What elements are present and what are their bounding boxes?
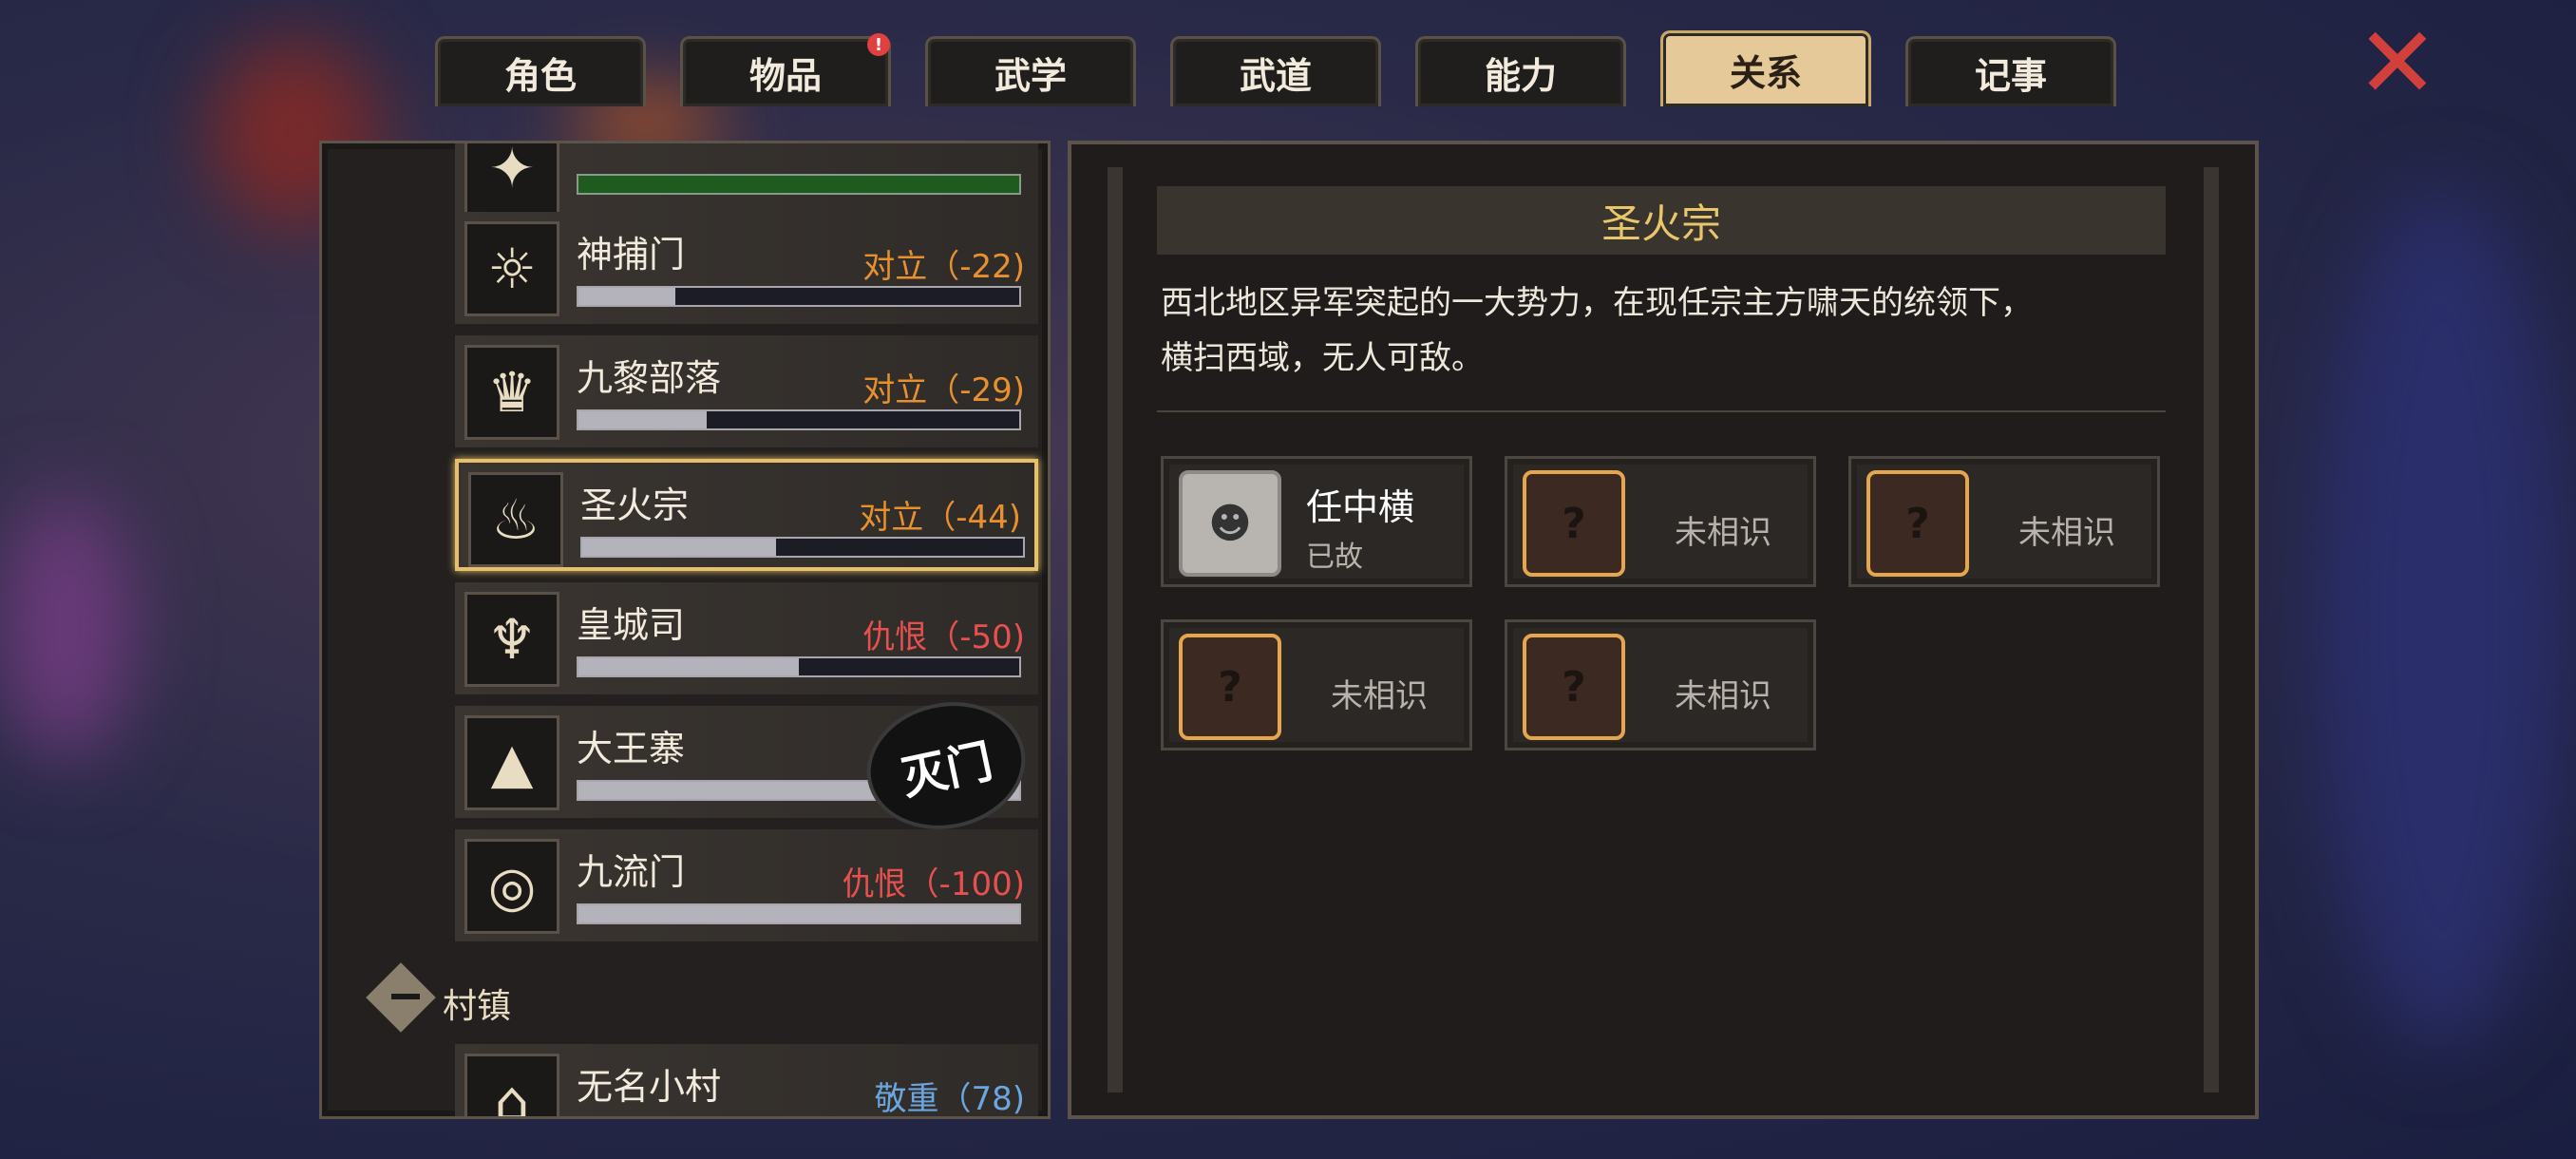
reputation-bar	[577, 656, 1021, 677]
relation-status: 仇恨（-100)	[842, 865, 1025, 903]
reputation-fill	[578, 658, 799, 675]
faction-name: 九流门	[577, 851, 686, 893]
relation-status: 仇恨（-50)	[862, 618, 1025, 656]
tab-martial-skills[interactable]: 武学	[925, 36, 1136, 106]
background-blur	[0, 494, 133, 760]
village-row[interactable]: ⌂ 无名小村 敬重（78)	[455, 1044, 1038, 1118]
faction-emblem-icon: ✦	[464, 143, 559, 216]
faction-row[interactable]: ♆ 皇城司 仇恨（-50)	[455, 582, 1038, 694]
unknown-portrait-icon: ?	[1523, 470, 1625, 577]
relation-status: 对立（-22)	[862, 248, 1025, 286]
notification-badge: !	[867, 33, 890, 56]
description-line: 横扫西域，无人可敌。	[1161, 339, 1484, 377]
faction-row[interactable]: ☼ 神捕门 对立（-22)	[455, 212, 1038, 324]
character-portrait: ☻	[1179, 470, 1281, 577]
faction-emblem-icon: ♛	[464, 345, 559, 440]
close-icon[interactable]: ✕	[2354, 13, 2441, 112]
relation-status: 敬重（78)	[874, 1080, 1025, 1118]
faction-emblem-icon: ▲	[464, 715, 559, 810]
reputation-bar	[577, 903, 1021, 924]
faction-row-selected[interactable]: ♨ 圣火宗 对立（-44)	[455, 459, 1038, 571]
member-card-unknown[interactable]: ? 未相识	[1505, 456, 1816, 587]
tab-character[interactable]: 角色	[435, 36, 646, 106]
faction-description: 西北地区异军突起的一大势力，在现任宗主方啸天的统领下， 横扫西域，无人可敌。	[1161, 276, 2177, 386]
tab-martial-path[interactable]: 武道	[1170, 36, 1381, 106]
reputation-bar	[580, 537, 1025, 558]
reputation-fill	[578, 288, 676, 305]
reputation-bar	[577, 286, 1021, 307]
category-label: 村镇	[443, 987, 512, 1026]
relation-status: 对立（-29)	[862, 371, 1025, 409]
tab-relations[interactable]: 关系	[1660, 30, 1871, 106]
faction-emblem-icon: ♆	[464, 592, 559, 687]
unknown-portrait-icon: ?	[1523, 634, 1625, 740]
faction-name: 九黎部落	[577, 357, 722, 399]
faction-title: 圣火宗	[1157, 186, 2166, 255]
faction-emblem-icon: ◎	[464, 839, 559, 934]
description-line: 西北地区异军突起的一大势力，在现任宗主方啸天的统领下，	[1161, 284, 2033, 322]
reputation-bar	[577, 409, 1021, 430]
reputation-bar	[577, 174, 1021, 195]
faction-row[interactable]: ◎ 九流门 仇恨（-100)	[455, 829, 1038, 941]
divider	[1157, 410, 2166, 412]
member-unknown-label: 未相识	[2018, 514, 2115, 552]
faction-list-panel[interactable]: ✦ ☼ 神捕门 对立（-22) ♛ 九黎部落 对立（-29) ♨ 圣火宗 对立（…	[319, 141, 1051, 1119]
member-card-unknown[interactable]: ? 未相识	[1505, 619, 1816, 750]
reputation-fill	[578, 905, 1019, 922]
tab-items[interactable]: 物品!	[680, 33, 891, 106]
member-unknown-label: 未相识	[1331, 677, 1428, 715]
faction-row[interactable]: ♛ 九黎部落 对立（-29)	[455, 335, 1038, 447]
member-unknown-label: 未相识	[1675, 677, 1771, 715]
tab-bar: 角色 物品! 武学 武道 能力 关系 记事	[435, 28, 2116, 106]
reputation-fill	[578, 411, 707, 428]
faction-row-partial[interactable]: ✦	[455, 143, 1038, 223]
reputation-fill	[582, 539, 777, 556]
unknown-portrait-icon: ?	[1866, 470, 1969, 577]
member-card[interactable]: ☻ 任中横 已故	[1161, 456, 1472, 587]
member-unknown-label: 未相识	[1675, 514, 1771, 552]
minus-icon	[391, 994, 420, 999]
flame-icon: ♨	[468, 472, 563, 567]
member-card-unknown[interactable]: ? 未相识	[1161, 619, 1472, 750]
member-card-unknown[interactable]: ? 未相识	[1848, 456, 2160, 587]
member-name: 任中横	[1306, 486, 1415, 528]
tab-journal[interactable]: 记事	[1905, 36, 2116, 106]
faction-name: 皇城司	[577, 604, 686, 646]
faction-name: 圣火宗	[580, 484, 690, 526]
faction-name: 神捕门	[577, 234, 686, 276]
village-emblem-icon: ⌂	[464, 1054, 559, 1116]
relation-status: 对立（-44)	[859, 499, 1021, 537]
village-name: 无名小村	[577, 1066, 722, 1108]
member-status: 已故	[1306, 541, 1363, 574]
background-blur	[2318, 190, 2565, 1045]
faction-emblem-icon: ☼	[464, 221, 559, 316]
tab-abilities[interactable]: 能力	[1415, 36, 1626, 106]
faction-name: 大王寨	[577, 728, 686, 770]
unknown-portrait-icon: ?	[1179, 634, 1281, 740]
